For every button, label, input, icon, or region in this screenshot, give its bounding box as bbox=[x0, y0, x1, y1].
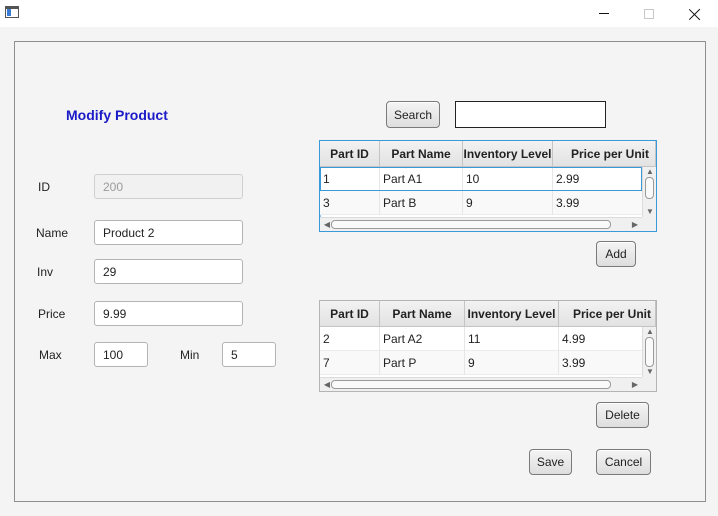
cell-part-id: 3 bbox=[320, 191, 380, 215]
associated-table-body: 2 Part A2 11 4.99 7 Part P 9 3.99 bbox=[320, 327, 642, 375]
cell-price: 3.99 bbox=[556, 196, 580, 210]
vertical-scrollbar[interactable]: ▲ ▼ bbox=[642, 167, 656, 217]
table-row[interactable]: 3 Part B 9 3.99 bbox=[320, 191, 642, 215]
name-label: Name bbox=[36, 226, 69, 240]
vertical-scrollbar[interactable]: ▲ ▼ bbox=[642, 327, 656, 377]
column-header-price-per-unit[interactable]: Price per Unit bbox=[553, 141, 656, 167]
app-window-icon bbox=[5, 6, 19, 18]
page-title: Modify Product bbox=[66, 107, 168, 123]
name-field[interactable] bbox=[94, 220, 243, 245]
id-label: ID bbox=[38, 180, 50, 194]
column-header-inventory-level[interactable]: Inventory Level bbox=[465, 301, 559, 327]
max-label: Max bbox=[39, 348, 62, 362]
scroll-up-icon[interactable]: ▲ bbox=[643, 327, 656, 337]
cancel-button[interactable]: Cancel bbox=[596, 449, 651, 475]
min-label: Min bbox=[180, 348, 200, 362]
parts-table-body: 1 Part A1 10 2.99 3 Part B 9 3.99 bbox=[320, 167, 642, 215]
column-header-inventory-level[interactable]: Inventory Level bbox=[463, 141, 553, 167]
column-header-price-per-unit[interactable]: Price per Unit bbox=[559, 301, 656, 327]
cell-inventory-level: 11 bbox=[465, 327, 559, 351]
maximize-button[interactable] bbox=[626, 0, 672, 27]
title-bar bbox=[0, 0, 718, 27]
price-label: Price bbox=[38, 307, 66, 321]
horizontal-scrollbar[interactable]: ◀ ▶ bbox=[320, 377, 642, 391]
scroll-right-icon[interactable]: ▶ bbox=[628, 380, 642, 390]
cell-part-name: Part B bbox=[380, 191, 463, 215]
cell-part-name: Part A1 bbox=[380, 167, 463, 191]
maximize-icon bbox=[644, 8, 654, 19]
search-button[interactable]: Search bbox=[386, 101, 440, 128]
scroll-thumb[interactable] bbox=[645, 337, 654, 367]
cell-price: 3.99 bbox=[562, 356, 586, 370]
save-button[interactable]: Save bbox=[529, 449, 572, 475]
scrollbar-corner bbox=[642, 217, 656, 231]
max-field[interactable] bbox=[94, 342, 148, 367]
column-header-part-name[interactable]: Part Name bbox=[380, 141, 463, 167]
cell-price: 2.99 bbox=[556, 172, 580, 186]
table-row[interactable]: 2 Part A2 11 4.99 bbox=[320, 327, 642, 351]
inv-field[interactable] bbox=[94, 259, 243, 284]
id-field bbox=[94, 174, 243, 199]
delete-button[interactable]: Delete bbox=[596, 402, 649, 428]
table-row[interactable]: 7 Part P 9 3.99 bbox=[320, 351, 642, 375]
table-row[interactable]: 1 Part A1 10 2.99 bbox=[320, 167, 642, 191]
cell-part-name: Part A2 bbox=[380, 327, 465, 351]
scroll-thumb[interactable] bbox=[331, 380, 611, 389]
cell-inventory-level: 9 bbox=[465, 351, 559, 375]
minimize-button[interactable] bbox=[581, 0, 627, 27]
scroll-down-icon[interactable]: ▼ bbox=[643, 207, 656, 217]
cell-part-id: 7 bbox=[320, 351, 380, 375]
parts-table-header: Part ID Part Name Inventory Level Price … bbox=[320, 141, 656, 167]
min-field[interactable] bbox=[222, 342, 276, 367]
associated-table-header: Part ID Part Name Inventory Level Price … bbox=[320, 301, 656, 327]
horizontal-scrollbar[interactable]: ◀ ▶ bbox=[320, 217, 642, 231]
search-input[interactable] bbox=[455, 101, 606, 128]
scroll-up-icon[interactable]: ▲ bbox=[643, 167, 656, 177]
scroll-thumb[interactable] bbox=[331, 220, 611, 229]
inv-label: Inv bbox=[37, 265, 54, 279]
close-icon bbox=[689, 8, 701, 20]
scroll-right-icon[interactable]: ▶ bbox=[628, 220, 642, 230]
column-header-part-id[interactable]: Part ID bbox=[320, 141, 380, 167]
column-header-part-id[interactable]: Part ID bbox=[320, 301, 380, 327]
cell-part-id: 2 bbox=[320, 327, 380, 351]
cell-inventory-level: 10 bbox=[463, 167, 553, 191]
cell-part-name: Part P bbox=[380, 351, 465, 375]
cell-price: 4.99 bbox=[562, 332, 586, 346]
parts-table[interactable]: Part ID Part Name Inventory Level Price … bbox=[319, 140, 657, 232]
scrollbar-corner bbox=[642, 377, 656, 391]
minimize-icon bbox=[599, 13, 609, 14]
cell-inventory-level: 9 bbox=[463, 191, 553, 215]
scroll-thumb[interactable] bbox=[645, 177, 654, 199]
close-button[interactable] bbox=[672, 0, 718, 27]
add-button[interactable]: Add bbox=[596, 241, 636, 267]
scroll-down-icon[interactable]: ▼ bbox=[643, 367, 656, 377]
column-header-part-name[interactable]: Part Name bbox=[380, 301, 465, 327]
price-field[interactable] bbox=[94, 301, 243, 326]
associated-parts-table[interactable]: Part ID Part Name Inventory Level Price … bbox=[319, 300, 657, 392]
cell-part-id: 1 bbox=[320, 167, 380, 191]
